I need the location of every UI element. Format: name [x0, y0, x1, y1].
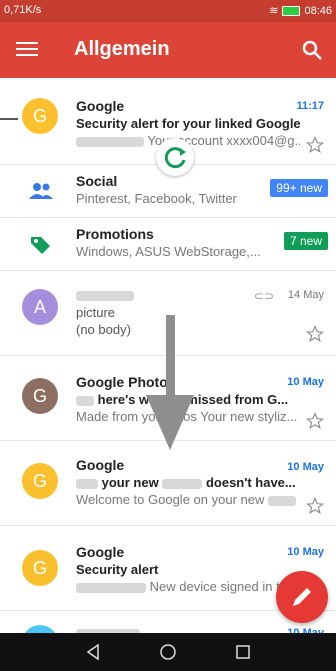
status-right: ≋ 08:46: [269, 4, 332, 18]
redacted-text: [268, 495, 296, 506]
avatar: A: [22, 289, 58, 325]
refresh-indicator: [156, 138, 194, 176]
status-bar: 0,71K/s ≋ 08:46: [0, 0, 336, 22]
app-bar: Allgemein: [0, 22, 336, 78]
email-snippet: Welcome to Google on your new: [76, 492, 300, 507]
avatar: G: [22, 378, 58, 414]
email-sender: Google: [76, 544, 125, 560]
email-subject: your new doesn't have...: [76, 475, 300, 490]
recents-icon[interactable]: [234, 643, 252, 661]
email-subject: Security alert: [76, 562, 159, 577]
star-icon[interactable]: [306, 325, 324, 343]
menu-icon[interactable]: [16, 38, 38, 60]
wifi-icon: ≋: [269, 5, 279, 17]
category-snippet: Windows, ASUS WebStorage,...: [76, 244, 261, 259]
tag-icon: [31, 237, 50, 254]
star-icon[interactable]: [306, 136, 324, 154]
email-snippet: New device signed in to: [76, 579, 300, 594]
redacted-text: [76, 395, 94, 406]
people-icon: [29, 183, 53, 199]
search-icon[interactable]: [300, 38, 324, 62]
star-icon[interactable]: [306, 412, 324, 430]
redacted-text: [76, 291, 134, 302]
star-icon[interactable]: [306, 497, 324, 515]
redacted-text: [76, 582, 146, 593]
pencil-icon: [293, 588, 311, 606]
swipe-down-arrow-icon: [146, 315, 194, 450]
attachment-icon: ⊂⊃: [253, 289, 274, 303]
battery-icon: [282, 5, 301, 16]
status-time: 08:46: [304, 4, 332, 17]
new-count-badge: 99+ new: [270, 179, 328, 197]
system-navigation-bar: [0, 633, 336, 671]
avatar: G: [22, 463, 58, 499]
email-time: 11:17: [296, 100, 324, 112]
email-subject: Security alert for your linked Google...: [76, 116, 300, 131]
new-count-badge: 7 new: [283, 232, 328, 250]
email-time: 10 May: [287, 461, 324, 473]
email-time: 14 May: [287, 289, 324, 301]
refresh-icon: [164, 147, 186, 169]
email-time: 10 May: [287, 546, 324, 558]
redacted-text: [76, 136, 144, 147]
network-speed: 0,71K/s: [4, 4, 42, 16]
email-time: 10 May: [287, 376, 324, 388]
avatar: G: [22, 98, 58, 134]
avatar: G: [22, 550, 58, 586]
redacted-text: [162, 478, 203, 489]
compose-button[interactable]: [276, 571, 328, 623]
home-icon[interactable]: [159, 643, 177, 661]
email-sender: Google: [76, 98, 125, 114]
redacted-text: [76, 478, 98, 489]
back-icon[interactable]: [84, 643, 102, 661]
category-name: Promotions: [76, 226, 154, 242]
category-promotions[interactable]: Promotions Windows, ASUS WebStorage,... …: [0, 218, 336, 271]
category-snippet: Pinterest, Facebook, Twitter: [76, 191, 237, 206]
page-title: Allgemein: [74, 38, 170, 60]
